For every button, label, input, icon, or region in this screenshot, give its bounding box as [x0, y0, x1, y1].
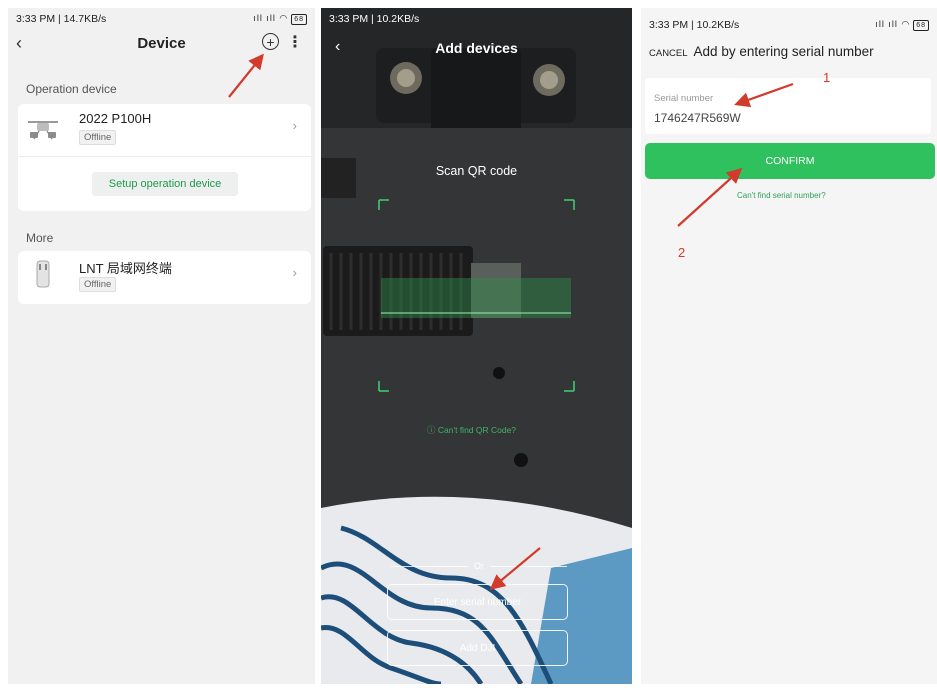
device-name: 2022 P100H	[79, 111, 152, 126]
scan-qr-label: Scan QR code	[435, 164, 518, 178]
cant-find-qr-link[interactable]: ⓘ Can't find QR Code?	[427, 424, 516, 436]
operation-device-row[interactable]: 2022 P100H Offline ›	[18, 104, 311, 152]
battery-icon: 68	[291, 14, 307, 25]
step-number-1: 1	[823, 70, 831, 85]
operation-device-card: 2022 P100H Offline › Setup operation dev…	[18, 104, 311, 211]
or-text: Or	[474, 561, 484, 571]
signal-text: ıll ıll	[253, 13, 276, 23]
camera-preview	[321, 8, 632, 684]
page-title: Add devices	[435, 40, 518, 56]
add-dji-button[interactable]: Add DJI	[387, 630, 568, 666]
serial-number-label: Serial number	[654, 93, 714, 104]
status-time: 3:33 PM | 10.2KB/s	[329, 13, 420, 25]
terminal-device-icon	[36, 260, 50, 288]
status-bar: 3:33 PM | 10.2KB/s	[321, 8, 632, 30]
separator-line	[490, 565, 567, 567]
battery-icon: 68	[913, 20, 929, 31]
or-separator: Or	[391, 560, 567, 572]
page-title: Add by entering serial number	[693, 44, 874, 59]
drone-icon	[28, 121, 58, 140]
status-bar: 3:33 PM | 14.7KB/s ıll ıll ◠ 68	[8, 8, 315, 30]
serial-number-field[interactable]: Serial number 1746247R569W	[645, 78, 931, 134]
status-time: 3:33 PM | 14.7KB/s	[16, 13, 107, 25]
divider	[18, 156, 311, 157]
app-header: CANCEL Add by entering serial number	[649, 44, 929, 64]
cant-find-qr-text: Can't find QR Code?	[437, 425, 517, 435]
operation-device-label: Operation device	[26, 82, 117, 96]
serial-entry-screen: 3:33 PM | 10.2KB/s ıll ıll ◠ 68 CANCEL Ad…	[641, 8, 937, 684]
help-icon: ⓘ	[427, 425, 438, 435]
device-name: LNT 局域网终端	[79, 261, 172, 276]
setup-operation-device-button[interactable]: Setup operation device	[92, 172, 238, 196]
enter-serial-number-button[interactable]: Enter serial number	[387, 584, 568, 620]
status-bar: 3:33 PM | 10.2KB/s ıll ıll ◠ 68	[641, 14, 937, 36]
status-badge: Offline	[79, 130, 117, 145]
chevron-right-icon: ›	[292, 118, 297, 133]
cant-find-serial-link[interactable]: Can't find serial number?	[737, 191, 826, 200]
more-device-row[interactable]: LNT 局域网终端 Offline ›	[18, 251, 311, 299]
more-label: More	[26, 231, 54, 245]
more-options-icon[interactable]: ⋮	[287, 32, 303, 52]
confirm-button[interactable]: CONFIRM	[645, 143, 935, 179]
chevron-right-icon: ›	[292, 265, 297, 280]
device-list-screen: 3:33 PM | 14.7KB/s ıll ıll ◠ 68 ‹ Device …	[8, 8, 315, 684]
cancel-button[interactable]: CANCEL	[649, 48, 688, 59]
serial-number-input[interactable]: 1746247R569W	[654, 111, 741, 125]
add-device-icon[interactable]: +	[262, 33, 279, 50]
status-badge: Offline	[79, 277, 117, 292]
separator-line	[391, 565, 468, 567]
signal-icon: ıll ıll ◠ 68	[253, 13, 307, 25]
app-header: ‹ Add devices	[321, 30, 632, 58]
more-device-card: LNT 局域网终端 Offline ›	[18, 251, 311, 304]
signal-icon: ıll ıll ◠ 68	[875, 19, 929, 31]
add-devices-screen: 3:33 PM | 10.2KB/s ‹ Add devices Scan QR…	[321, 8, 632, 684]
app-header: ‹ Device + ⋮	[8, 30, 315, 58]
status-time: 3:33 PM | 10.2KB/s	[649, 19, 740, 31]
step-number-2: 2	[678, 245, 686, 260]
signal-text: ıll ıll	[875, 19, 898, 29]
